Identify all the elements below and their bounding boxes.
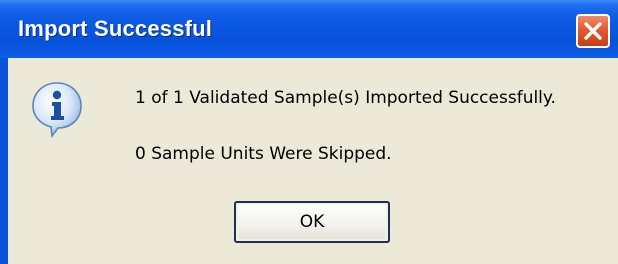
close-icon [584, 22, 602, 40]
dialog-title: Import Successful [18, 16, 213, 41]
title-bar[interactable]: Import Successful [0, 0, 618, 58]
close-button[interactable] [576, 14, 610, 48]
skipped-units-message: 0 Sample Units Were Skipped. [135, 144, 392, 164]
import-result-message: 1 of 1 Validated Sample(s) Imported Succ… [135, 88, 556, 108]
ok-button[interactable]: OK [234, 201, 390, 243]
dialog-body: 1 of 1 Validated Sample(s) Imported Succ… [8, 58, 618, 264]
information-icon [32, 82, 82, 138]
import-successful-dialog: Import Successful 1 of 1 Validated Sampl… [0, 0, 618, 264]
